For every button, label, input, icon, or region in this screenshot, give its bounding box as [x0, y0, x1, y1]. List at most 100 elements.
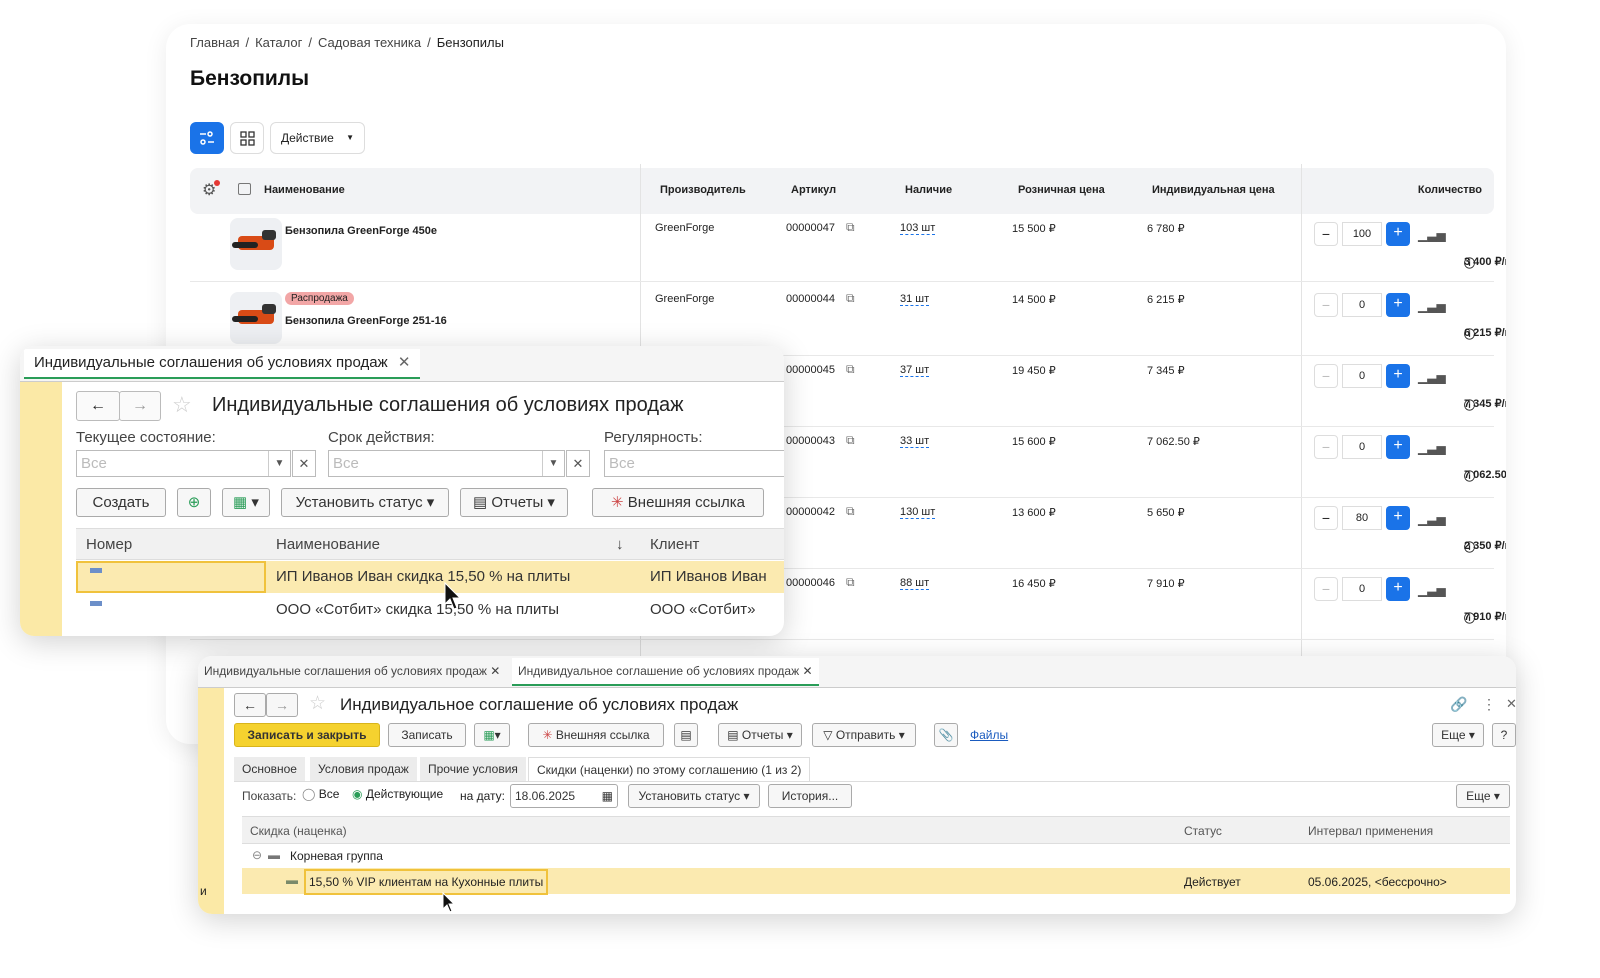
create-button[interactable]: Создать: [76, 488, 166, 517]
agreement-name[interactable]: ИП Иванов Иван скидка 15,50 % на плиты: [276, 568, 570, 585]
product-stock[interactable]: 33 шт: [900, 435, 930, 448]
quantity-input[interactable]: 100: [1342, 222, 1382, 246]
bar-chart-icon[interactable]: ▁▃▅: [1418, 583, 1446, 597]
save-button[interactable]: Записать: [388, 723, 466, 747]
structure-button[interactable]: ▦▾: [474, 723, 510, 747]
dropdown-icon[interactable]: ▼: [268, 451, 290, 476]
subtab-discounts[interactable]: Скидки (наценки) по этому соглашению (1 …: [528, 757, 811, 781]
sort-arrow-icon[interactable]: ↓: [616, 536, 624, 553]
increase-button[interactable]: +: [1386, 435, 1410, 459]
product-stock[interactable]: 103 шт: [900, 222, 936, 235]
radio-all[interactable]: ◯ Все: [302, 787, 339, 801]
calendar-icon[interactable]: ▦: [602, 785, 613, 807]
product-stock[interactable]: 37 шт: [900, 364, 930, 377]
close-icon[interactable]: ✕: [490, 664, 500, 678]
bar-chart-icon[interactable]: ▁▃▅: [1418, 228, 1446, 242]
col-name[interactable]: Наименование: [276, 536, 380, 553]
structure-button[interactable]: ▦ ▾: [222, 488, 270, 517]
increase-button[interactable]: +: [1386, 293, 1410, 317]
close-icon[interactable]: ✕: [1506, 696, 1516, 712]
tab-agreements[interactable]: Индивидуальные соглашения об условиях пр…: [24, 349, 421, 379]
quantity-input[interactable]: 0: [1342, 577, 1382, 601]
col-retail[interactable]: Розничная цена: [1018, 184, 1105, 196]
col-stock[interactable]: Наличие: [905, 184, 952, 196]
forward-button[interactable]: →: [266, 693, 298, 717]
back-button[interactable]: ←: [234, 693, 266, 717]
back-button[interactable]: ←: [76, 391, 120, 421]
action-dropdown[interactable]: Действие ▼: [270, 122, 365, 154]
filter-regularity-select[interactable]: Все: [604, 450, 784, 477]
quantity-input[interactable]: 80: [1342, 506, 1382, 530]
col-discount[interactable]: Скидка (наценка): [250, 824, 347, 838]
tab-agreements-list[interactable]: Индивидуальные соглашения об условиях пр…: [198, 658, 506, 686]
bar-chart-icon[interactable]: ▁▃▅: [1418, 370, 1446, 384]
agreement-client[interactable]: ИП Иванов Иван: [650, 568, 767, 585]
decrease-button[interactable]: −: [1314, 506, 1338, 530]
set-status-button[interactable]: Установить статус ▾: [281, 488, 449, 517]
col-interval[interactable]: Интервал применения: [1308, 824, 1433, 838]
copy-icon[interactable]: ⧉: [846, 433, 855, 448]
increase-button[interactable]: +: [1386, 364, 1410, 388]
decrease-button[interactable]: −: [1314, 293, 1338, 317]
close-icon[interactable]: ✕: [398, 354, 411, 371]
col-sku[interactable]: Артикул: [791, 184, 836, 196]
send-button[interactable]: ▽ Отправить ▾: [812, 723, 916, 747]
copy-icon[interactable]: ⧉: [846, 220, 855, 235]
attach-button[interactable]: 📎: [934, 723, 958, 747]
product-name[interactable]: Бензопила GreenForge 450e: [285, 225, 437, 237]
filter-period-select[interactable]: Все ▼: [328, 450, 565, 477]
more-button[interactable]: Еще ▾: [1456, 784, 1510, 808]
more-vert-icon[interactable]: ⋮: [1482, 696, 1496, 713]
favorite-star-icon[interactable]: ☆: [172, 392, 192, 418]
copy-icon[interactable]: ⧉: [846, 362, 855, 377]
dropdown-icon[interactable]: ▼: [542, 451, 564, 476]
forward-button[interactable]: →: [119, 391, 161, 421]
table-row[interactable]: Бензопила GreenForge 450e GreenForge 000…: [190, 208, 1506, 282]
decrease-button[interactable]: −: [1314, 577, 1338, 601]
filter-state-select[interactable]: Все ▼: [76, 450, 291, 477]
product-name[interactable]: Бензопила GreenForge 251-16: [285, 315, 447, 327]
close-icon[interactable]: ✕: [802, 664, 812, 678]
agreement-name[interactable]: ООО «Сотбит» скидка 15,50 % на плиты: [276, 601, 559, 618]
col-maker[interactable]: Производитель: [660, 184, 746, 196]
reports-button[interactable]: ▤ Отчеты ▾: [718, 723, 802, 747]
external-link-button[interactable]: ✳ Внешняя ссылка: [592, 488, 764, 517]
decrease-button[interactable]: −: [1314, 222, 1338, 246]
copy-icon[interactable]: ⧉: [846, 575, 855, 590]
col-number[interactable]: Номер: [86, 536, 132, 553]
copy-icon[interactable]: ⧉: [846, 504, 855, 519]
history-button[interactable]: История...: [768, 784, 852, 808]
save-close-button[interactable]: Записать и закрыть: [234, 723, 380, 747]
collapse-icon[interactable]: ⊖: [252, 848, 262, 862]
tab-agreement-detail[interactable]: Индивидуальное соглашение об условиях пр…: [512, 658, 819, 686]
root-group-row[interactable]: ⊖ ▬ Корневая группа: [242, 844, 1510, 868]
date-input[interactable]: 18.06.2025 ▦: [510, 784, 618, 808]
product-stock[interactable]: 31 шт: [900, 293, 930, 306]
discount-name[interactable]: 15,50 % VIP клиентам на Кухонные плиты: [304, 869, 549, 895]
bar-chart-icon[interactable]: ▁▃▅: [1418, 441, 1446, 455]
document-button[interactable]: ▤: [674, 723, 698, 747]
decrease-button[interactable]: −: [1314, 364, 1338, 388]
list-view-button[interactable]: [190, 122, 224, 154]
bar-chart-icon[interactable]: ▁▃▅: [1418, 299, 1446, 313]
quantity-input[interactable]: 0: [1342, 435, 1382, 459]
quantity-input[interactable]: 0: [1342, 293, 1382, 317]
files-link[interactable]: Файлы: [970, 728, 1008, 742]
col-qty[interactable]: Количество: [1418, 184, 1482, 196]
external-link-button[interactable]: ✳ Внешняя ссылка: [528, 723, 664, 747]
subtab-other[interactable]: Прочие условия: [420, 757, 526, 781]
copy-doc-button[interactable]: ⊕: [177, 488, 211, 517]
radio-active[interactable]: ◉ Действующие: [352, 787, 443, 801]
agreement-client[interactable]: ООО «Сотбит»: [650, 601, 755, 618]
link-icon[interactable]: 🔗: [1450, 696, 1467, 713]
favorite-star-icon[interactable]: ☆: [309, 692, 326, 715]
help-button[interactable]: ?: [1492, 723, 1516, 747]
grid-view-button[interactable]: [230, 122, 264, 154]
decrease-button[interactable]: −: [1314, 435, 1338, 459]
col-name[interactable]: Наименование: [264, 184, 345, 196]
bar-chart-icon[interactable]: ▁▃▅: [1418, 512, 1446, 526]
col-individual[interactable]: Индивидуальная цена: [1152, 184, 1275, 196]
increase-button[interactable]: +: [1386, 506, 1410, 530]
grid-row-selected[interactable]: ИП Иванов Иван скидка 15,50 % на плиты И…: [76, 561, 784, 593]
more-button[interactable]: Еще ▾: [1432, 723, 1484, 747]
